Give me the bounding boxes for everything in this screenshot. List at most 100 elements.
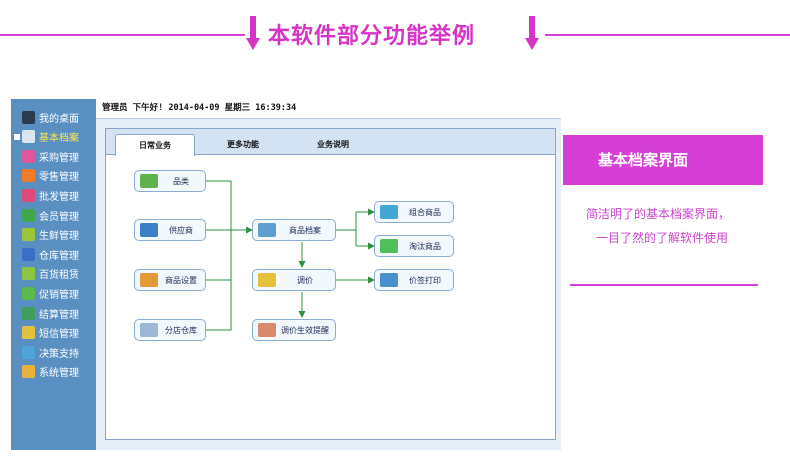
sidebar-item-label: 决策支持 bbox=[39, 348, 79, 360]
sidebar-item[interactable]: 零售管理 bbox=[11, 166, 96, 186]
promotion-icon bbox=[22, 286, 35, 300]
active-marker bbox=[14, 290, 20, 296]
node-obsolete-product-label: 淘汰商品 bbox=[409, 241, 441, 251]
sidebar-item-label: 百货租赁 bbox=[39, 270, 79, 282]
supplier-icon bbox=[140, 223, 158, 237]
sidebar-item[interactable]: 生鲜管理 bbox=[11, 225, 96, 245]
banner-title: 本软件部分功能举例 bbox=[268, 24, 476, 49]
sidebar-item-label: 采购管理 bbox=[39, 152, 79, 164]
callout-description-line2: 一目了然的了解软件使用 bbox=[596, 231, 729, 245]
sidebar: 我的桌面基本档案采购管理零售管理批发管理会员管理生鲜管理仓库管理百货租赁促销管理… bbox=[11, 99, 96, 450]
node-product-archive[interactable]: 商品档案 bbox=[252, 219, 336, 241]
price-tag-icon bbox=[380, 273, 398, 287]
active-marker bbox=[14, 133, 20, 140]
node-price-tag-print-label: 价签打印 bbox=[409, 275, 441, 285]
sidebar-item-label: 促销管理 bbox=[39, 289, 79, 301]
callout-divider bbox=[570, 284, 758, 286]
sidebar-item-label: 会员管理 bbox=[39, 211, 79, 223]
main-area: 管理员 下午好! 2014-04-09 星期三 16:39:34 日常业务 更多… bbox=[96, 99, 561, 450]
sidebar-item-label: 生鲜管理 bbox=[39, 231, 79, 243]
callout-description-line1: 简洁明了的基本档案界面， bbox=[586, 207, 731, 221]
active-marker bbox=[14, 173, 20, 179]
callout-title: 基本档案界面 bbox=[597, 151, 688, 169]
product-settings-icon bbox=[140, 273, 158, 287]
node-supplier[interactable]: 供应商 bbox=[134, 219, 206, 241]
active-marker bbox=[14, 153, 20, 159]
node-branch-warehouse-label: 分店仓库 bbox=[165, 325, 197, 335]
node-supplier-label: 供应商 bbox=[169, 225, 193, 235]
sidebar-item-label: 基本档案 bbox=[39, 133, 79, 145]
sidebar-item-label: 零售管理 bbox=[39, 172, 79, 184]
node-price-effect-reminder-label: 调价生效提醒 bbox=[281, 325, 329, 335]
price-adjust-icon bbox=[258, 273, 276, 287]
retail-icon bbox=[22, 169, 35, 183]
sidebar-item-label: 结算管理 bbox=[39, 309, 79, 321]
sidebar-item[interactable]: 结算管理 bbox=[11, 303, 96, 323]
active-marker bbox=[14, 349, 20, 355]
sms-icon bbox=[22, 326, 35, 340]
fresh-icon bbox=[22, 228, 35, 242]
decision-icon bbox=[22, 345, 35, 359]
node-price-adjust-label: 调价 bbox=[297, 275, 313, 285]
settlement-icon bbox=[22, 306, 35, 320]
archive-icon bbox=[22, 130, 35, 144]
members-icon bbox=[22, 208, 35, 222]
node-product-settings-label: 商品设置 bbox=[165, 275, 197, 285]
obsolete-product-icon bbox=[380, 239, 398, 253]
node-category-label: 品类 bbox=[173, 176, 189, 186]
sidebar-item[interactable]: 我的桌面 bbox=[11, 107, 96, 127]
sidebar-item-label: 我的桌面 bbox=[39, 113, 79, 125]
sidebar-item[interactable]: 短信管理 bbox=[11, 323, 96, 343]
banner-line-left bbox=[0, 34, 245, 36]
active-marker bbox=[14, 232, 20, 238]
node-price-tag-print[interactable]: 价签打印 bbox=[374, 269, 454, 291]
business-panel: 日常业务 更多功能 业务说明 品类 供应商 商品设置 分店仓库 商品档案 调价 … bbox=[105, 128, 556, 440]
category-icon bbox=[140, 174, 158, 188]
sidebar-item-label: 短信管理 bbox=[39, 329, 79, 341]
active-marker bbox=[14, 192, 20, 198]
active-marker bbox=[14, 114, 20, 120]
branch-warehouse-icon bbox=[140, 323, 158, 337]
sidebar-item[interactable]: 百货租赁 bbox=[11, 264, 96, 284]
active-marker bbox=[14, 212, 20, 218]
sidebar-item-label: 仓库管理 bbox=[39, 250, 79, 262]
sidebar-item-label: 系统管理 bbox=[39, 368, 79, 380]
sidebar-item[interactable]: 决策支持 bbox=[11, 342, 96, 362]
node-category[interactable]: 品类 bbox=[134, 170, 206, 192]
sidebar-item[interactable]: 批发管理 bbox=[11, 185, 96, 205]
active-marker bbox=[14, 310, 20, 316]
node-obsolete-product[interactable]: 淘汰商品 bbox=[374, 235, 454, 257]
warehouse-icon bbox=[22, 247, 35, 261]
active-marker bbox=[14, 369, 20, 375]
reminder-icon bbox=[258, 323, 276, 337]
connector-category bbox=[206, 180, 232, 331]
sidebar-item[interactable]: 仓库管理 bbox=[11, 244, 96, 264]
node-combo-product-label: 组合商品 bbox=[409, 207, 441, 217]
sidebar-item-label: 批发管理 bbox=[39, 191, 79, 203]
node-price-effect-reminder[interactable]: 调价生效提醒 bbox=[252, 319, 336, 341]
wholesale-icon bbox=[22, 188, 35, 202]
sidebar-item[interactable]: 系统管理 bbox=[11, 362, 96, 382]
banner-arrow-right-icon bbox=[525, 16, 539, 52]
app-window: 我的桌面基本档案采购管理零售管理批发管理会员管理生鲜管理仓库管理百货租赁促销管理… bbox=[11, 99, 561, 450]
banner-arrow-left-icon bbox=[246, 16, 260, 52]
sidebar-item[interactable]: 基本档案 bbox=[11, 127, 96, 147]
node-product-settings[interactable]: 商品设置 bbox=[134, 269, 206, 291]
node-product-archive-label: 商品档案 bbox=[289, 225, 321, 235]
node-combo-product[interactable]: 组合商品 bbox=[374, 201, 454, 223]
active-marker bbox=[14, 330, 20, 336]
monitor-icon bbox=[22, 110, 35, 124]
callout-box: 基本档案界面 bbox=[563, 135, 763, 185]
combo-product-icon bbox=[380, 205, 398, 219]
lease-icon bbox=[22, 267, 35, 281]
node-price-adjust[interactable]: 调价 bbox=[252, 269, 336, 291]
node-branch-warehouse[interactable]: 分店仓库 bbox=[134, 319, 206, 341]
sidebar-item[interactable]: 促销管理 bbox=[11, 283, 96, 303]
sidebar-item[interactable]: 采购管理 bbox=[11, 146, 96, 166]
purchase-icon bbox=[22, 149, 35, 163]
active-marker bbox=[14, 271, 20, 277]
product-archive-icon bbox=[258, 223, 276, 237]
sidebar-item[interactable]: 会员管理 bbox=[11, 205, 96, 225]
status-bar: 管理员 下午好! 2014-04-09 星期三 16:39:34 bbox=[96, 99, 561, 119]
active-marker bbox=[14, 251, 20, 257]
